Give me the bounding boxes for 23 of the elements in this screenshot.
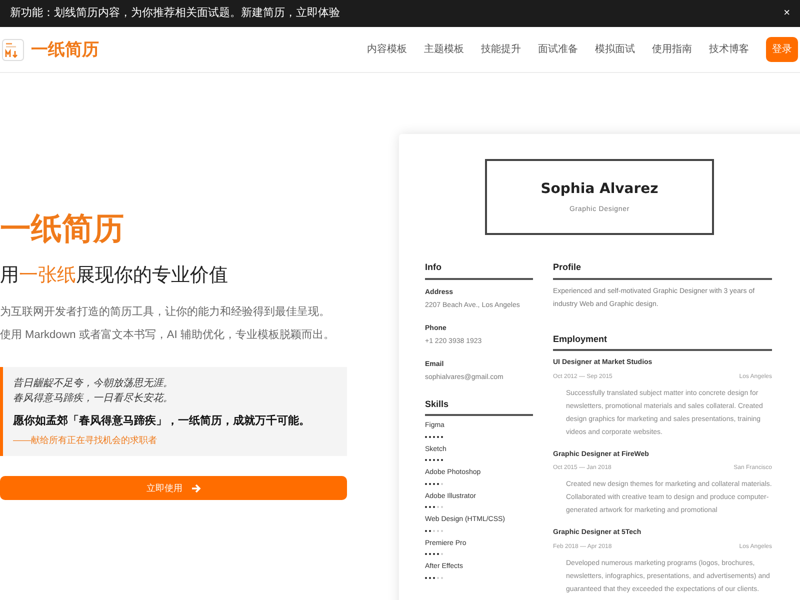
quote-wish: 愿你如孟郊「春风得意马蹄疾」，一纸简历，成就万千可能。	[13, 414, 311, 430]
resume-name: Sophia Alvarez	[540, 180, 658, 199]
quote-line: 春风得意马蹄疾，一日看尽长安花。	[13, 392, 174, 406]
nav-link[interactable]: 技术博客	[709, 42, 749, 57]
nav-link[interactable]: 面试准备	[538, 42, 578, 57]
arrow-right-icon	[190, 484, 200, 493]
close-button[interactable]: ×	[784, 8, 790, 19]
nav-link[interactable]: 技能提升	[481, 42, 521, 57]
hero-subtitle: 用一张纸展现你的专业价值	[0, 264, 229, 288]
nav-link[interactable]: 模拟面试	[595, 42, 635, 57]
nav-link[interactable]: 使用指南	[652, 42, 692, 57]
section-heading: Profile	[553, 261, 772, 280]
section-heading: Skills	[425, 398, 533, 416]
hero-description: 为互联网开发者打造的简历工具，让你的能力和经验得到最佳呈现。	[0, 305, 331, 320]
nav-link[interactable]: 主题模板	[424, 42, 464, 57]
hero-description: 使用 Markdown 或者富文本书写，AI 辅助优化，专业模板脱颖而出。	[0, 328, 336, 343]
nav-link[interactable]: 内容模板	[367, 42, 407, 57]
hero-title: 一纸简历	[0, 212, 125, 244]
section-heading: Info	[425, 261, 533, 280]
quote-dedication: ——献给所有正在寻找机会的求职者	[13, 434, 158, 447]
section-heading: Employment	[553, 332, 772, 351]
quote-line: 昔日龌龊不足夸，今朝放荡思无涯。	[13, 376, 174, 392]
announcement-text: 新功能：划线简历内容，为你推荐相关面试题。新建简历，立即体验	[10, 6, 340, 22]
